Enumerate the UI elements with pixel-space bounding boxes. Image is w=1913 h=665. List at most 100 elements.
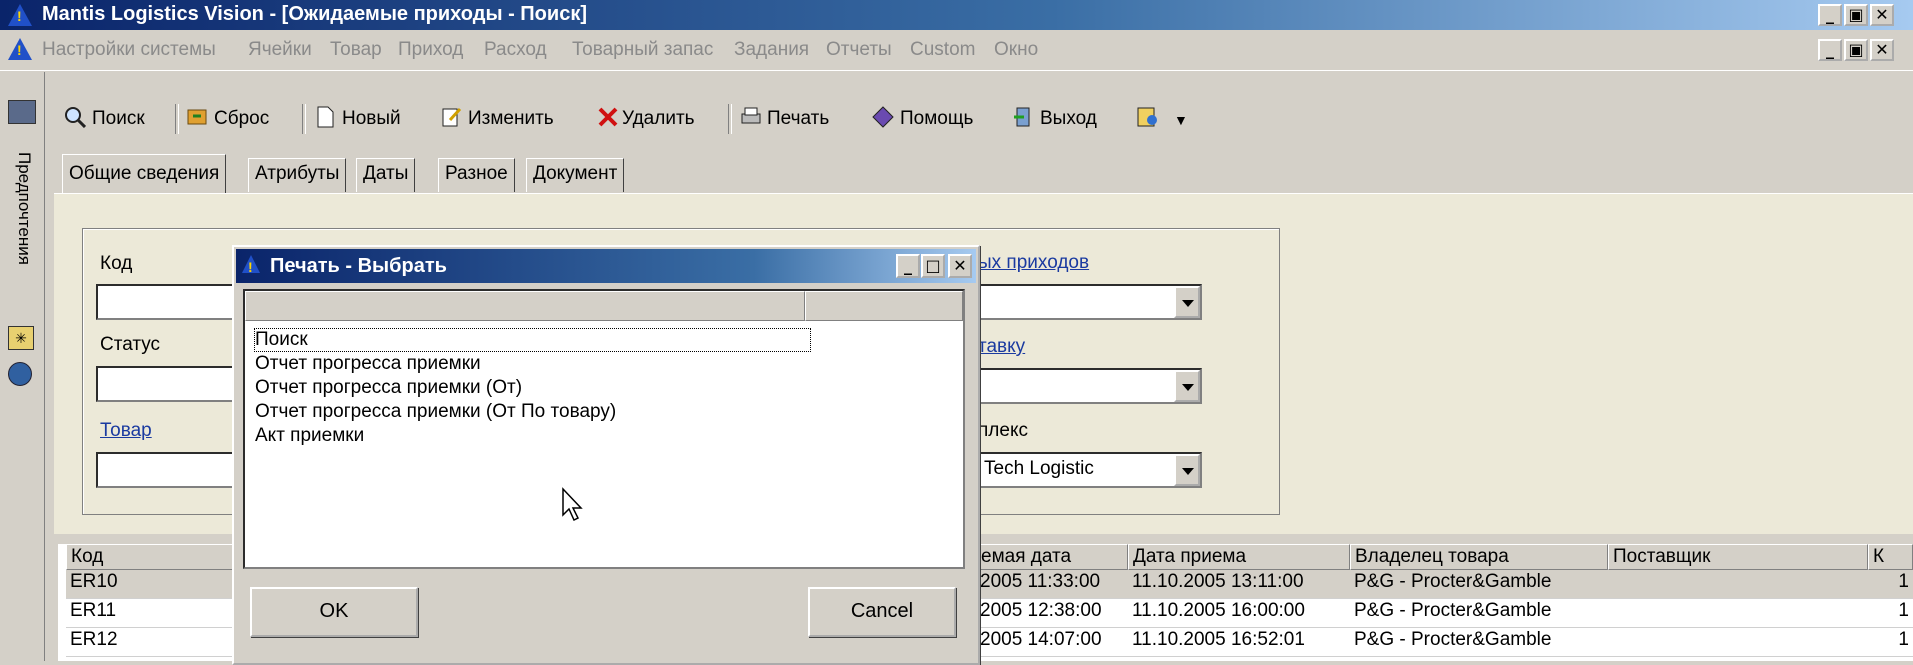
window-title: Mantis Logistics Vision - [Ожидаемые при…	[42, 3, 587, 25]
cell-supplier	[1608, 628, 1868, 657]
delivery-dropdown[interactable]	[976, 368, 1202, 404]
tab-attributes[interactable]: Атрибуты	[248, 158, 347, 192]
cell-expected: 2005 14:07:00	[976, 628, 1128, 657]
code-label: Код	[100, 253, 133, 274]
tab-general[interactable]: Общие сведения	[62, 154, 227, 194]
menu-cells[interactable]: Ячейки	[248, 39, 312, 61]
menu-goods[interactable]: Товар	[330, 39, 382, 61]
cell-received: 11.10.2005 16:00:00	[1128, 599, 1350, 628]
close-button[interactable]: ✕	[1870, 4, 1894, 26]
toolbar-separator	[175, 104, 179, 134]
menu-bar: Настройки системы Ячейки Товар Приход Ра…	[0, 30, 1913, 71]
app-logo-icon	[8, 4, 32, 26]
chevron-down-icon[interactable]	[1174, 370, 1200, 402]
list-item[interactable]: Поиск	[254, 328, 811, 352]
cell-owner: P&G - Procter&Gamble	[1350, 570, 1608, 599]
delivery-link[interactable]: тавку	[978, 336, 1025, 358]
dialog-close-button[interactable]: ✕	[948, 254, 972, 278]
column-header-k[interactable]: К	[1868, 544, 1913, 570]
ok-button[interactable]: OK	[250, 587, 418, 637]
complex-label: плекс	[978, 420, 1028, 441]
menu-shipment[interactable]: Расход	[484, 39, 547, 61]
complex-dropdown[interactable]: Tech Logistic	[976, 452, 1202, 488]
toolbar-separator	[728, 104, 732, 134]
cell-k: 1	[1868, 599, 1913, 628]
list-item[interactable]: Отчет прогресса приемки	[255, 353, 481, 375]
reset-icon	[186, 106, 208, 128]
minimize-button[interactable]: _	[1818, 4, 1842, 26]
new-document-icon	[314, 106, 336, 128]
toolbar-dropdown-arrow-icon[interactable]: ▼	[1174, 112, 1188, 128]
app-title-bar: Mantis Logistics Vision - [Ожидаемые при…	[0, 0, 1913, 30]
tab-misc[interactable]: Разное	[438, 158, 515, 192]
column-header-owner[interactable]: Владелец товара	[1350, 544, 1608, 570]
menu-custom[interactable]: Custom	[910, 39, 975, 61]
cell-expected: 2005 11:33:00	[976, 570, 1128, 599]
list-item[interactable]: Отчет прогресса приемки (От По товару)	[255, 401, 616, 423]
column-header-receive-date[interactable]: Дата приема	[1128, 544, 1350, 570]
list-item[interactable]: Отчет прогресса приемки (От)	[255, 377, 522, 399]
report-tool-icon[interactable]	[1136, 106, 1158, 128]
printer-icon	[740, 106, 762, 128]
mdi-restore-button[interactable]: ▣	[1844, 39, 1868, 61]
delete-icon	[597, 106, 619, 128]
column-header-supplier[interactable]: Поставщик	[1608, 544, 1868, 570]
mdi-close-button[interactable]: ✕	[1870, 39, 1894, 61]
complex-value: Tech Logistic	[984, 458, 1094, 479]
print-button[interactable]: Печать	[767, 108, 829, 130]
menu-reports[interactable]: Отчеты	[826, 39, 892, 61]
receipts-dropdown[interactable]	[976, 284, 1202, 320]
dialog-app-icon	[242, 255, 260, 275]
chevron-down-icon[interactable]	[1174, 454, 1200, 486]
dialog-title-bar[interactable]: Печать - Выбрать _ □ ✕	[236, 249, 976, 283]
edit-button[interactable]: Изменить	[468, 108, 554, 130]
cell-received: 11.10.2005 13:11:00	[1128, 570, 1350, 599]
preferences-label[interactable]: Предпочтения	[14, 152, 34, 265]
product-link[interactable]: Товар	[100, 420, 152, 442]
cell-received: 11.10.2005 16:52:01	[1128, 628, 1350, 657]
help-icon	[872, 106, 894, 128]
folder-star-icon[interactable]: ✳	[8, 326, 34, 350]
menu-window[interactable]: Окно	[994, 39, 1038, 61]
globe-icon[interactable]	[8, 362, 32, 386]
cell-expected: 2005 12:38:00	[976, 599, 1128, 628]
column-header-expected-date[interactable]: емая дата	[976, 544, 1128, 570]
dialog-minimize-button[interactable]: _	[896, 254, 920, 278]
search-icon	[64, 106, 87, 129]
reset-button[interactable]: Сброс	[214, 108, 269, 130]
search-button[interactable]: Поиск	[92, 108, 145, 130]
cell-supplier	[1608, 599, 1868, 628]
chevron-down-icon[interactable]	[1174, 286, 1200, 318]
dialog-maximize-button[interactable]: □	[921, 254, 945, 278]
mdi-minimize-button[interactable]: _	[1818, 39, 1842, 61]
list-column-header[interactable]	[805, 291, 963, 321]
new-button[interactable]: Новый	[342, 108, 401, 130]
menu-receipt[interactable]: Приход	[398, 39, 463, 61]
exit-icon	[1012, 106, 1034, 128]
cancel-button[interactable]: Cancel	[808, 587, 956, 637]
toolbar-separator	[302, 104, 306, 134]
menu-tasks[interactable]: Задания	[734, 39, 809, 61]
cell-k: 1	[1868, 628, 1913, 657]
tab-document[interactable]: Документ	[526, 158, 625, 192]
menu-settings[interactable]: Настройки системы	[42, 39, 216, 61]
edit-icon	[440, 106, 462, 128]
expected-receipts-link[interactable]: ых приходов	[978, 252, 1089, 274]
mdi-doc-icon[interactable]	[8, 38, 32, 60]
dialog-title: Печать - Выбрать	[270, 255, 447, 277]
cell-owner: P&G - Procter&Gamble	[1350, 599, 1608, 628]
list-item[interactable]: Акт приемки	[255, 425, 364, 447]
help-button[interactable]: Помощь	[900, 108, 973, 130]
tab-dates[interactable]: Даты	[356, 158, 416, 192]
delete-button[interactable]: Удалить	[622, 108, 695, 130]
card-index-icon[interactable]	[8, 100, 36, 124]
restore-button[interactable]: ▣	[1844, 4, 1868, 26]
exit-button[interactable]: Выход	[1040, 108, 1097, 130]
status-label: Статус	[100, 334, 161, 355]
list-column-header[interactable]	[245, 291, 805, 321]
cell-owner: P&G - Procter&Gamble	[1350, 628, 1608, 657]
preferences-sidebar: Предпочтения ✳	[0, 72, 45, 661]
print-select-dialog: Печать - Выбрать _ □ ✕ Поиск Отчет прогр…	[232, 245, 980, 665]
report-list[interactable]: Поиск Отчет прогресса приемки Отчет прог…	[243, 289, 965, 569]
menu-inventory[interactable]: Товарный запас	[572, 39, 713, 61]
